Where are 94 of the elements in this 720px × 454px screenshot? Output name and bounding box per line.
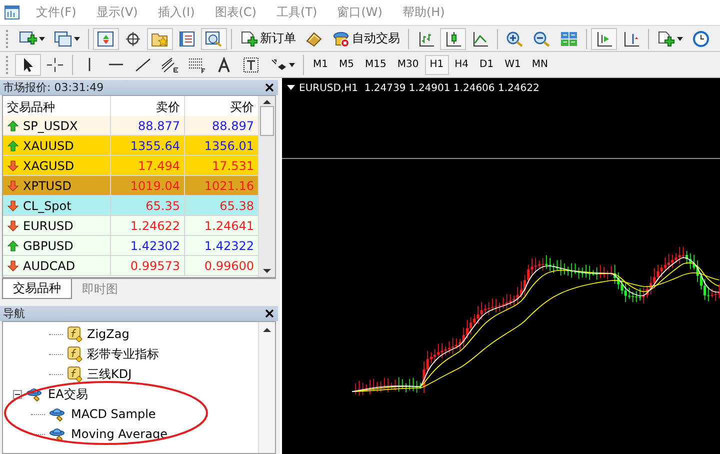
windows-icon xyxy=(54,30,72,46)
chart-shift-icon xyxy=(622,30,640,46)
panel-tab[interactable]: 交易品种 xyxy=(2,279,72,299)
bid-cell: 1.24622 xyxy=(111,216,185,236)
expert-hat-icon xyxy=(49,406,67,422)
symbol-name: AUDCAD xyxy=(23,258,76,272)
toolbar-button[interactable] xyxy=(15,54,41,76)
scroll-up-icon[interactable] xyxy=(263,328,271,332)
new-chart-icon xyxy=(19,30,37,46)
function-icon xyxy=(67,366,83,382)
folder-star-icon xyxy=(151,30,169,46)
toolbar-button[interactable]: 新订单 xyxy=(236,28,300,50)
function-icon xyxy=(67,326,83,342)
bid-cell: 1.42302 xyxy=(111,236,185,256)
scroll-down-icon[interactable] xyxy=(263,269,271,273)
timeframe-button[interactable]: MN xyxy=(526,54,553,74)
arrow-marks-icon xyxy=(269,56,287,72)
document-plus-icon xyxy=(240,30,258,46)
text-label-icon xyxy=(242,56,260,72)
toolbar-button[interactable] xyxy=(201,28,227,50)
navigator-item[interactable]: 彩带专业指标 xyxy=(87,346,159,362)
symbol-name: EURUSD xyxy=(23,218,74,232)
bid-cell: 65.35 xyxy=(111,196,185,216)
navigator-item[interactable]: 三线KDJ xyxy=(87,366,132,382)
ask-cell: 65.38 xyxy=(185,196,258,216)
document-plus-icon xyxy=(657,30,675,46)
toolbar-button[interactable] xyxy=(591,28,617,50)
navigator-item[interactable]: ZigZag xyxy=(87,327,130,341)
toolbar-button[interactable]: 自动交易 xyxy=(328,28,404,50)
timeframe-button[interactable]: M5 xyxy=(334,54,359,74)
app-window-icon[interactable] xyxy=(4,4,20,20)
vertical-line-icon xyxy=(88,58,91,71)
chart-title: EURUSD,H1 1.24739 1.24901 1.24606 1.24622 xyxy=(299,82,540,94)
candlestick-icon xyxy=(444,30,462,46)
symbol-name: SP_USDX xyxy=(23,118,78,132)
ask-cell: 0.99600 xyxy=(185,256,258,276)
toolbar-button[interactable] xyxy=(93,28,119,50)
channel-icon xyxy=(161,56,179,72)
timeframe-button[interactable]: W1 xyxy=(500,54,526,74)
zoom-in-icon xyxy=(506,30,524,46)
scrollbar[interactable] xyxy=(258,96,275,277)
horizontal-line-icon xyxy=(109,63,123,66)
symbol-name: GBPUSD xyxy=(23,238,74,252)
dropdown-triangle-icon[interactable] xyxy=(287,85,295,91)
bar-chart-icon xyxy=(417,30,435,46)
close-icon[interactable] xyxy=(265,309,274,318)
line-chart-icon xyxy=(471,30,489,46)
robot-stop-icon xyxy=(332,30,350,46)
tile-windows-icon xyxy=(560,30,578,46)
bid-cell: 1355.64 xyxy=(111,136,185,156)
ask-cell: 1021.16 xyxy=(185,176,258,196)
symbol-name: XAUUSD xyxy=(23,138,74,152)
close-icon[interactable] xyxy=(265,83,274,92)
bid-cell: 17.494 xyxy=(111,156,185,176)
timeframe-button[interactable]: H4 xyxy=(450,54,474,74)
scroll-thumb[interactable] xyxy=(260,106,274,136)
scroll-up-icon[interactable] xyxy=(263,100,271,104)
panel-title: 市场报价: 03:31:49 xyxy=(3,80,104,95)
timeframe-button[interactable]: D1 xyxy=(474,54,499,74)
list-window-icon xyxy=(178,30,196,46)
magnifier-window-icon xyxy=(205,30,223,46)
ask-cell: 17.531 xyxy=(185,156,258,176)
timeframe-button[interactable]: H1 xyxy=(424,54,449,74)
panel-title: 导航 xyxy=(3,306,25,321)
timeframe-button[interactable]: M30 xyxy=(392,54,424,74)
zoom-out-icon xyxy=(533,30,551,46)
crosshair-icon xyxy=(46,56,64,72)
autoscroll-icon xyxy=(595,30,613,46)
timeframe-button[interactable]: M1 xyxy=(308,54,333,74)
navigator-item[interactable]: EA交易 xyxy=(48,386,88,402)
ask-cell: 88.897 xyxy=(185,116,258,136)
scrollbar[interactable] xyxy=(258,322,275,453)
ask-cell: 1.42322 xyxy=(185,236,258,256)
function-icon xyxy=(67,346,83,362)
timeframe-button[interactable]: M15 xyxy=(360,54,392,74)
trendline-icon xyxy=(134,56,152,72)
ask-cell: 1.24641 xyxy=(185,216,258,236)
fibonacci-icon xyxy=(188,56,206,72)
expert-hat-icon xyxy=(49,426,67,442)
toolbar-button[interactable] xyxy=(440,28,466,50)
navigator-item[interactable]: MACD Sample xyxy=(71,407,156,421)
bid-cell: 0.99573 xyxy=(111,256,185,276)
symbol-name: XAGUSD xyxy=(23,158,74,172)
symbol-name: CL_Spot xyxy=(23,198,72,212)
bid-cell: 1019.04 xyxy=(111,176,185,196)
bid-cell: 88.877 xyxy=(111,116,185,136)
navigator-item[interactable]: Moving Average xyxy=(71,427,168,441)
ask-cell: 1356.01 xyxy=(185,136,258,156)
expert-hat-icon xyxy=(26,386,44,402)
symbol-name: XPTUSD xyxy=(23,178,72,192)
clock-icon xyxy=(692,30,710,46)
arrows-window-icon xyxy=(97,30,115,46)
collapse-icon[interactable] xyxy=(13,390,22,398)
crosshair-icon xyxy=(124,30,142,46)
